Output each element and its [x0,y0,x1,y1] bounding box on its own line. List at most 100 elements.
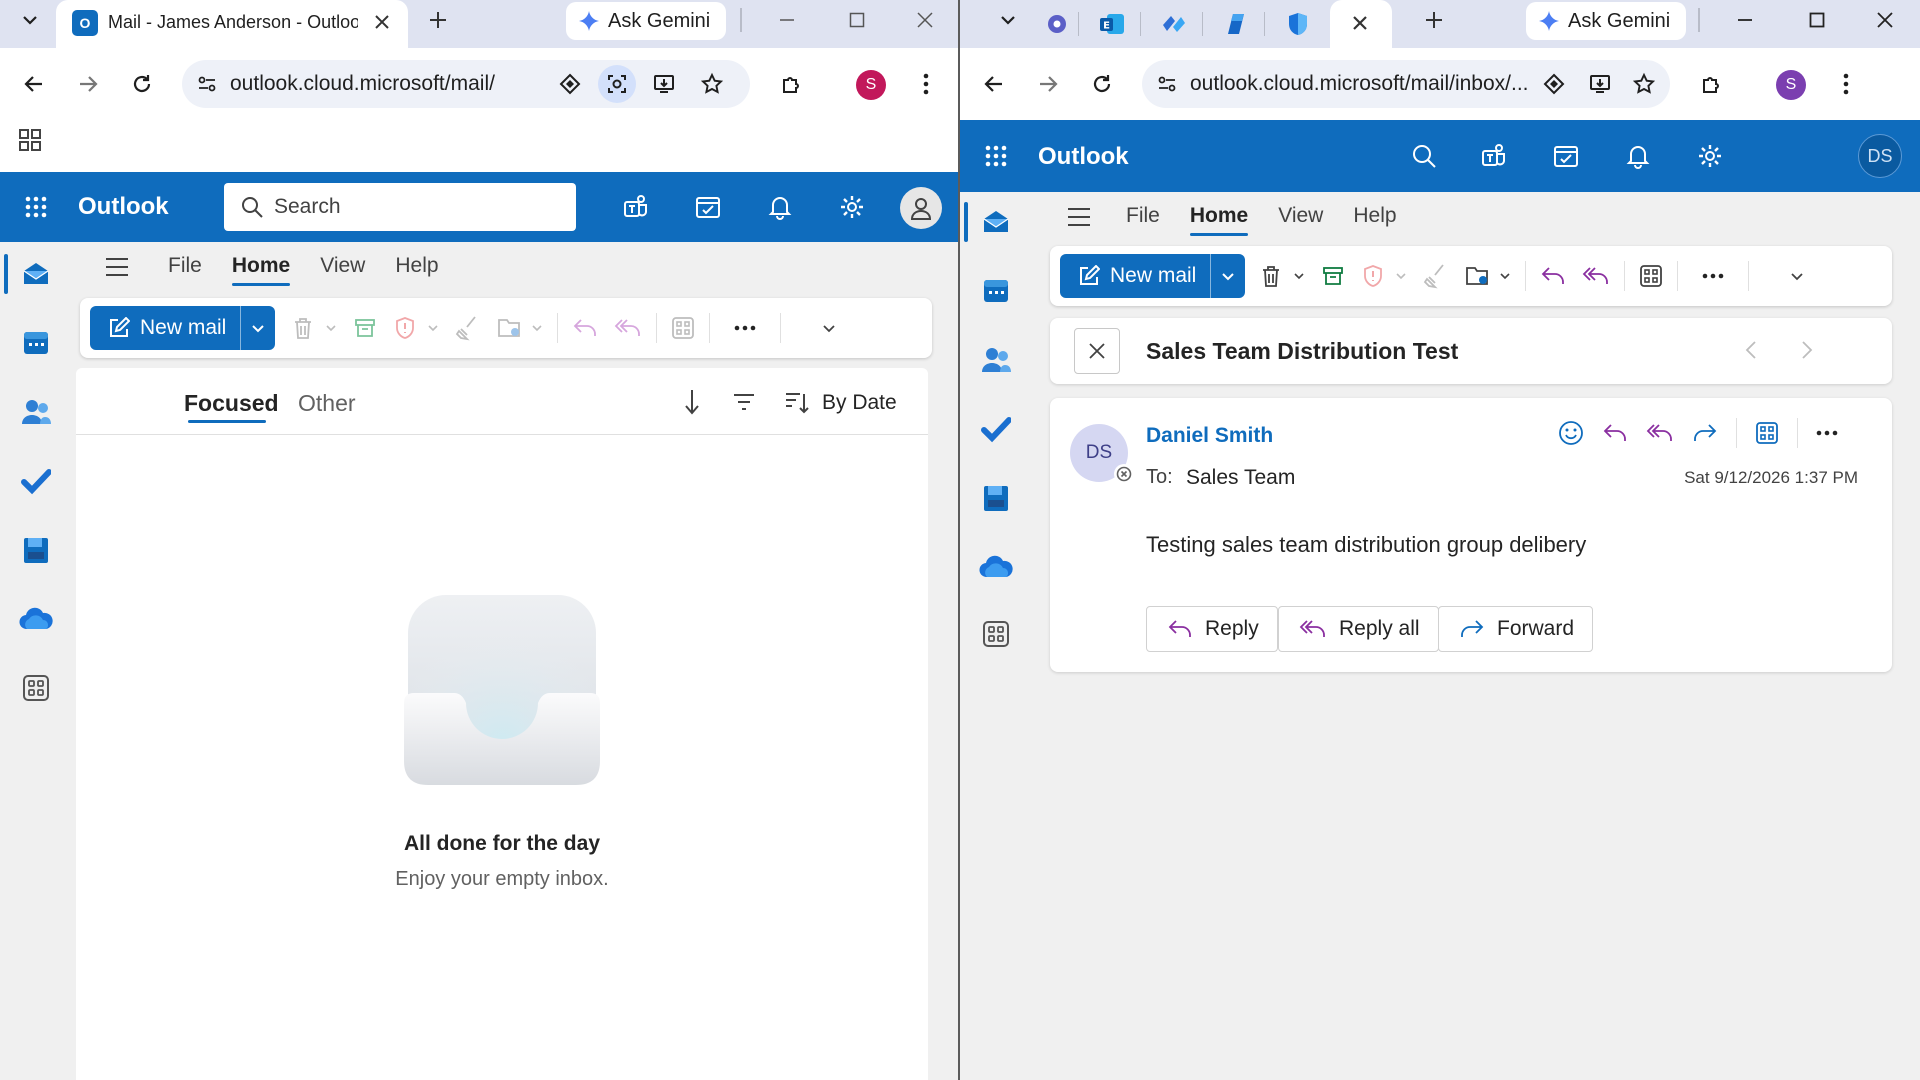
close-window-button[interactable] [896,0,954,40]
profile-avatar[interactable]: S [1776,70,1806,100]
menu-view[interactable]: View [1278,204,1323,228]
sort-button[interactable]: By Date [784,390,897,416]
mail-icon[interactable] [960,195,1032,249]
reload-button[interactable] [124,66,160,102]
install-app-icon[interactable] [1588,72,1612,96]
menu-home[interactable]: Home [1189,204,1249,236]
menu-view[interactable]: View [320,254,365,278]
reply-icon[interactable] [1602,422,1628,444]
close-window-button[interactable] [1856,0,1914,40]
move-button[interactable] [489,306,551,350]
reply-all-icon[interactable] [1646,422,1674,444]
close-reading-button[interactable] [1074,328,1120,374]
apps-shortcut-icon[interactable] [18,128,42,152]
tab-outlook-mail[interactable]: O Mail - James Anderson - Outlook [56,0,408,48]
my-day-icon[interactable] [688,187,728,227]
new-mail-dropdown[interactable] [241,306,275,350]
reply-button[interactable] [1532,254,1574,298]
sender-name[interactable]: Daniel Smith [1146,424,1273,448]
forward-button[interactable]: Forward [1438,606,1594,652]
extensions-button[interactable] [774,66,810,102]
bell-icon[interactable] [1618,136,1658,176]
forward-icon[interactable] [1692,422,1718,444]
address-bar[interactable]: outlook.cloud.microsoft/mail/ [182,60,750,108]
minimize-button[interactable] [1716,0,1774,40]
bell-icon[interactable] [760,187,800,227]
checkmark-icon[interactable] [0,454,72,508]
menu-file[interactable]: File [168,254,202,278]
more-options-button[interactable] [1694,254,1732,298]
move-button[interactable] [1457,254,1519,298]
select-toggle-icon[interactable] [680,388,702,416]
hamburger-icon[interactable] [104,256,130,278]
reply-button[interactable] [564,306,606,350]
emoji-icon[interactable] [1558,420,1584,446]
ask-gemini-button[interactable]: Ask Gemini [1526,2,1687,40]
waffle-icon[interactable] [976,136,1016,176]
forward-button[interactable] [70,66,106,102]
apps-button[interactable] [1631,254,1671,298]
maximize-button[interactable] [1788,0,1846,40]
mail-icon[interactable] [0,247,72,301]
tab-search-button[interactable] [990,2,1026,38]
reload-button[interactable] [1084,66,1120,102]
sweep-button[interactable] [1415,254,1457,298]
reply-all-button[interactable]: Reply all [1278,606,1439,652]
menu-file[interactable]: File [1126,204,1160,228]
tab-other[interactable]: Other [298,390,356,417]
gear-icon[interactable] [832,187,872,227]
apps-button[interactable] [663,306,703,350]
waffle-icon[interactable] [16,187,56,227]
hamburger-icon[interactable] [1066,206,1092,228]
calendar-icon[interactable] [0,316,72,370]
menu-help[interactable]: Help [395,254,438,278]
back-button[interactable] [16,66,52,102]
browser-menu-button[interactable] [908,66,944,102]
extension-diamond-icon[interactable] [1542,72,1566,96]
delete-button[interactable] [283,306,345,350]
new-mail-main[interactable]: New mail [1060,254,1210,298]
reply-all-button[interactable] [606,306,650,350]
reply-all-button[interactable] [1574,254,1618,298]
new-mail-main[interactable]: New mail [90,306,240,350]
checkmark-icon[interactable] [960,402,1032,456]
search-box[interactable]: Search [224,183,576,231]
collapse-ribbon-button[interactable] [1781,254,1813,298]
next-message-icon[interactable] [1800,340,1814,360]
browser-menu-button[interactable] [1828,66,1864,102]
archive-button[interactable] [1313,254,1353,298]
cloud-icon[interactable] [960,540,1032,594]
bookings-icon[interactable] [0,523,72,577]
recipient-name[interactable]: Sales Team [1186,466,1295,490]
extensions-button[interactable] [1694,66,1730,102]
people-icon[interactable] [960,333,1032,387]
people-icon[interactable] [0,385,72,439]
bookmark-star-icon[interactable] [1632,72,1656,96]
calendar-icon[interactable] [960,264,1032,318]
address-bar[interactable]: outlook.cloud.microsoft/mail/inbox/... [1142,60,1670,108]
tab-outlook-mail[interactable] [1330,0,1392,48]
new-mail-button[interactable]: New mail [90,306,276,350]
delete-button[interactable] [1251,254,1313,298]
install-app-icon[interactable] [652,72,676,96]
teams-icon[interactable] [616,187,656,227]
gear-icon[interactable] [1690,136,1730,176]
menu-home[interactable]: Home [231,254,291,286]
account-avatar[interactable]: DS [1858,134,1902,178]
ask-gemini-button[interactable]: Ask Gemini [566,2,727,40]
tab-intune-favicon[interactable] [1210,6,1262,42]
my-day-icon[interactable] [1546,136,1586,176]
forward-button[interactable] [1030,66,1066,102]
close-tab-icon[interactable] [370,10,394,34]
archive-button[interactable] [345,306,385,350]
lens-icon[interactable] [598,65,636,103]
apps-icon[interactable] [1755,421,1779,445]
new-mail-dropdown[interactable] [1211,254,1245,298]
new-mail-button[interactable]: New mail [1060,254,1246,298]
tab-entra-favicon[interactable] [1148,6,1200,42]
search-icon[interactable] [1404,136,1444,176]
account-avatar[interactable] [900,187,942,229]
teams-icon[interactable] [1474,136,1514,176]
site-info-icon[interactable] [1156,73,1178,95]
maximize-button[interactable] [828,0,886,40]
